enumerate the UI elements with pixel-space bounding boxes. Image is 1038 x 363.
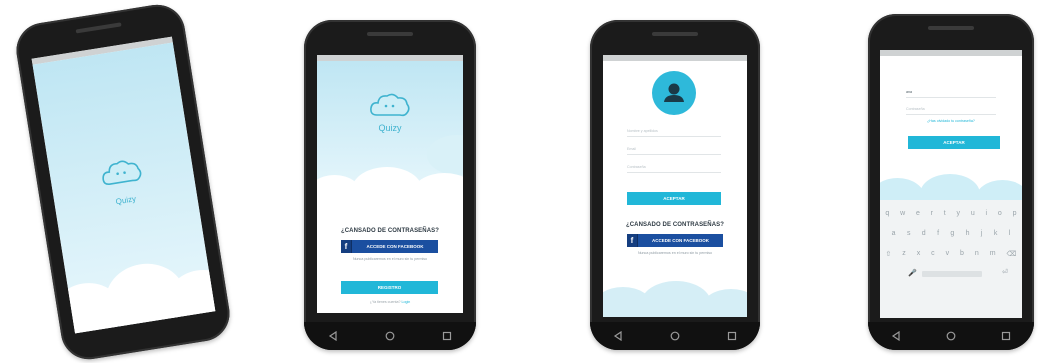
facebook-icon: f [341,240,352,253]
phone-welcome: Quizy ¿CANSADO DE CONTRASEÑAS? f ACCEDE … [304,20,476,350]
keyboard-row-2: a s d f g h j k l [886,230,1016,237]
key-d[interactable]: d [922,230,926,237]
key-w[interactable]: w [900,210,905,217]
key-x[interactable]: x [917,250,921,258]
login-prompt-text: ¿Ya tienes cuenta? [369,300,401,304]
key-b[interactable]: b [960,250,964,258]
facebook-login-button[interactable]: f ACCEDE CON FACEBOOK [341,240,438,253]
speaker [652,32,698,36]
password-field[interactable]: Contraseña [906,107,996,115]
speaker [75,22,122,34]
speaker [367,32,413,36]
key-p[interactable]: p [1013,210,1017,217]
facebook-button-label: ACCEDE CON FACEBOOK [651,238,709,243]
home-circle-icon[interactable] [385,331,395,341]
key-n[interactable]: n [975,250,979,258]
key-c[interactable]: c [931,250,935,258]
status-bar [880,50,1022,56]
name-field[interactable]: Nombre y apellidos [627,129,721,137]
forgot-password-link[interactable]: ¿Has olvidado tu contraseña? [880,119,1022,123]
key-z[interactable]: z [902,250,906,258]
enter-key[interactable]: ⏎ [1002,268,1008,276]
disclaimer: Nunca publicaremos en el muro sin tu per… [637,251,713,255]
space-bar[interactable] [922,271,982,277]
status-bar [603,55,747,61]
key-t[interactable]: t [944,210,946,217]
key-r[interactable]: r [931,210,933,217]
headline: ¿CANSADO DE CONTRASEÑAS? [625,222,725,228]
backspace-key[interactable]: ⌫ [1007,250,1017,258]
shift-key[interactable]: ⇧ [885,250,891,258]
register-button[interactable]: REGISTRO [341,281,438,294]
key-f[interactable]: f [937,230,939,237]
recents-square-icon[interactable] [442,331,452,341]
phone-register: Nombre y apellidos Email Contraseña ACEP… [590,20,760,350]
key-k[interactable]: k [994,230,998,237]
facebook-button-label: ACCEDE CON FACEBOOK [366,244,424,249]
forgot-password-text: ¿Has olvidado tu contraseña? [927,119,975,123]
phone-body: Quizy [12,0,234,363]
mic-icon[interactable]: 🎤 [908,269,917,277]
key-m[interactable]: m [990,250,996,258]
back-triangle-icon[interactable] [891,331,901,341]
disclaimer: Nunca publicaremos en el muro sin tu per… [352,257,428,261]
splash-screen: Quizy [31,36,216,334]
keyboard-bottom-row: 🎤 ⏎ [880,268,1022,280]
key-y[interactable]: y [957,210,961,217]
nav-bar [868,322,1034,350]
key-h[interactable]: h [966,230,970,237]
key-j[interactable]: j [981,230,983,237]
key-i[interactable]: i [986,210,988,217]
login-link[interactable]: Login [401,300,410,304]
phone-splash: Quizy [12,0,234,363]
recents-square-icon[interactable] [727,331,737,341]
key-e[interactable]: e [916,210,920,217]
keyboard-row-1: q w e r t y u i o p [880,210,1022,217]
nav-bar [304,322,476,350]
bottom-cloud [701,289,747,317]
facebook-icon: f [627,234,638,247]
password-field[interactable]: Contraseña [627,165,721,173]
key-u[interactable]: u [971,210,975,217]
speaker [928,26,974,30]
login-prompt: ¿Ya tienes cuenta? Login [317,300,463,304]
home-circle-icon[interactable] [946,331,956,341]
key-a[interactable]: a [892,230,896,237]
accept-button[interactable]: ACEPTAR [627,192,721,205]
welcome-screen: Quizy ¿CANSADO DE CONTRASEÑAS? f ACCEDE … [317,55,463,313]
login-screen: ana Contraseña ¿Has olvidado tu contrase… [880,50,1022,318]
keyboard-row-3: ⇧ z x c v b n m ⌫ [880,250,1022,258]
email-field[interactable]: Email [627,147,721,155]
key-v[interactable]: v [946,250,950,258]
email-field[interactable]: ana [906,90,996,98]
home-circle-icon[interactable] [670,331,680,341]
key-o[interactable]: o [998,210,1002,217]
back-triangle-icon[interactable] [613,331,623,341]
phone-login: ana Contraseña ¿Has olvidado tu contrase… [868,14,1034,350]
facebook-login-button[interactable]: f ACCEDE CON FACEBOOK [627,234,723,247]
keyboard: q w e r t y u i o p a s d f g h j k l ⇧ … [880,200,1022,318]
back-triangle-icon[interactable] [328,331,338,341]
key-s[interactable]: s [907,230,911,237]
key-l[interactable]: l [1009,230,1011,237]
headline: ¿CANSADO DE CONTRASEÑAS? [340,228,440,234]
person-icon [664,83,684,102]
quizy-cloud-logo [370,93,410,117]
nav-bar [590,322,760,350]
key-g[interactable]: g [950,230,954,237]
brand-name: Quizy [378,123,402,133]
accept-button[interactable]: ACEPTAR [908,136,1000,149]
key-q[interactable]: q [885,210,889,217]
register-screen: Nombre y apellidos Email Contraseña ACEP… [603,55,747,317]
recents-square-icon[interactable] [1001,331,1011,341]
avatar [652,71,696,115]
